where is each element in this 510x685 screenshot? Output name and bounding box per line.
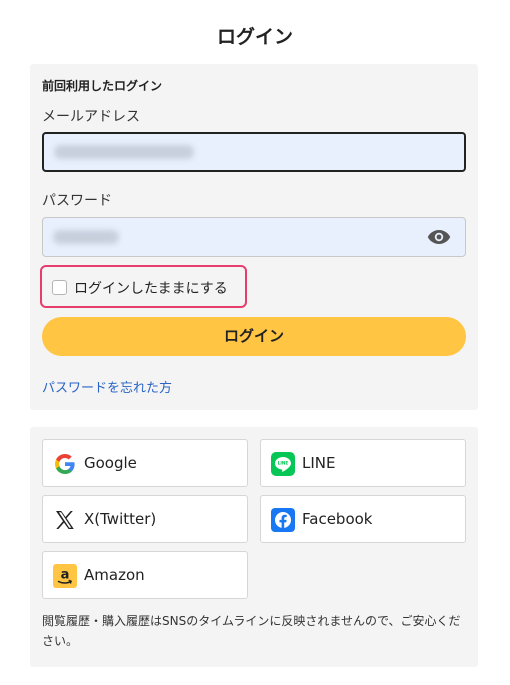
page-title: ログイン [216, 26, 293, 48]
line-login-button[interactable]: LINE LINE [260, 439, 466, 487]
login-button[interactable]: ログイン [42, 317, 466, 356]
forgot-password-link[interactable]: パスワードを忘れた方 [42, 377, 172, 396]
facebook-label: Facebook [302, 510, 373, 528]
email-field[interactable] [42, 132, 466, 172]
remember-label[interactable]: ログインしたままにする [74, 278, 228, 298]
email-value-masked [54, 145, 194, 159]
google-label: Google [84, 454, 137, 472]
last-used-login-heading: 前回利用したログイン [42, 79, 163, 93]
facebook-login-button[interactable]: Facebook [260, 495, 466, 543]
svg-text:LINE: LINE [278, 461, 289, 466]
email-label: メールアドレス [42, 109, 140, 125]
line-label: LINE [302, 454, 336, 472]
svg-text:a: a [61, 568, 70, 583]
google-login-button[interactable]: Google [42, 439, 248, 487]
login-panel: 前回利用したログイン メールアドレス パスワード ログインしたままにする ログイ… [30, 64, 478, 410]
remember-checkbox[interactable] [52, 280, 67, 295]
eye-icon[interactable] [427, 229, 451, 245]
x-icon [56, 511, 74, 529]
password-label: パスワード [42, 193, 112, 209]
password-field[interactable] [42, 217, 466, 257]
line-icon: LINE [271, 452, 295, 476]
google-icon [55, 454, 75, 474]
sns-privacy-notice: 閲覧履歴・購入履歴はSNSのタイムラインに反映されませんので、ご安心ください。 [42, 614, 461, 648]
facebook-icon [271, 508, 295, 532]
x-label: X(Twitter) [84, 510, 157, 528]
amazon-label: Amazon [84, 566, 145, 584]
amazon-icon: a [53, 564, 77, 588]
x-login-button[interactable]: X(Twitter) [42, 495, 248, 543]
sns-login-panel: Google LINE LINE X(Twitter) Facebook a A… [30, 427, 478, 667]
password-value-masked [53, 230, 119, 244]
amazon-login-button[interactable]: a Amazon [42, 551, 248, 599]
